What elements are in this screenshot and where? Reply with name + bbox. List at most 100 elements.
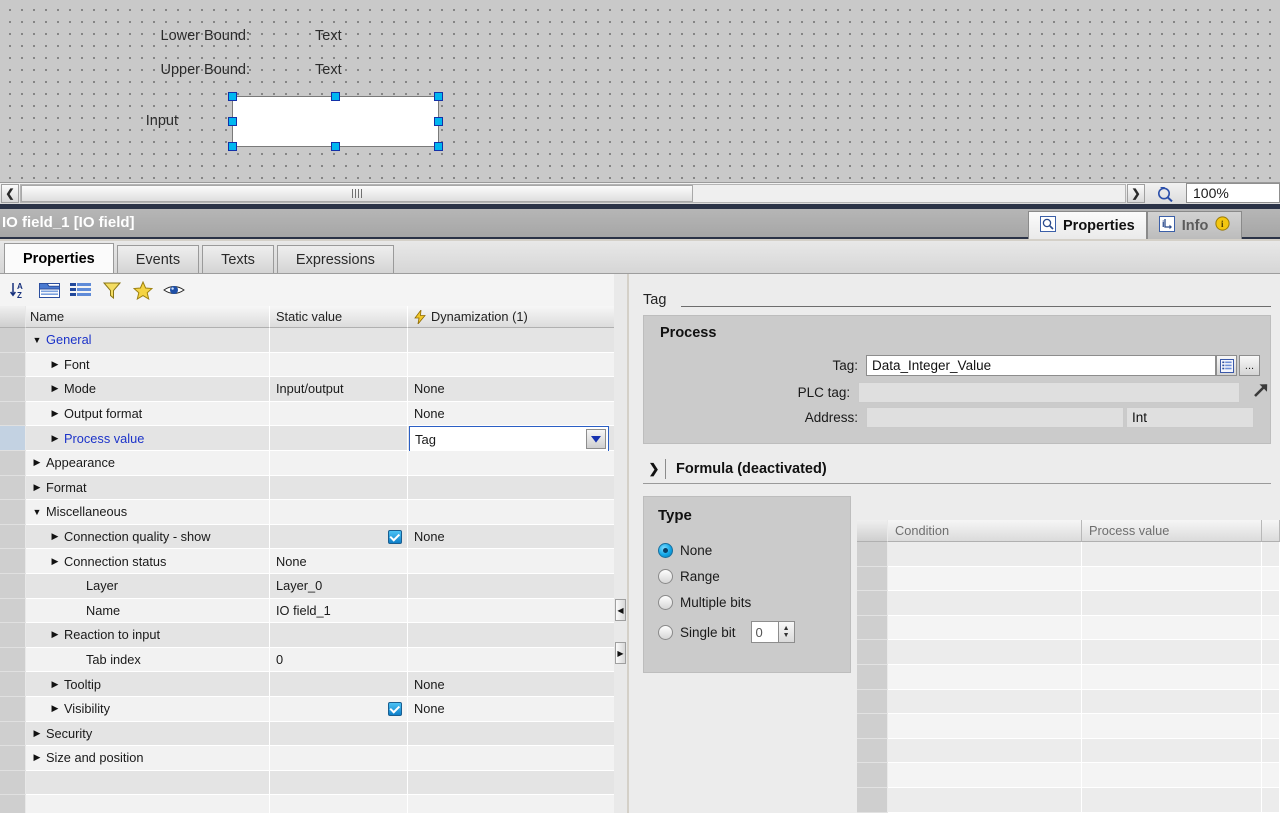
process-value-cell[interactable]: [1082, 690, 1262, 715]
spacer-cell[interactable]: [1262, 542, 1280, 567]
static-value-cell[interactable]: [270, 402, 408, 427]
property-name-cell[interactable]: ▶Format: [26, 476, 270, 501]
spacer-cell[interactable]: [1262, 788, 1280, 813]
dynamization-cell[interactable]: [408, 722, 614, 747]
table-row[interactable]: ▶TooltipNone: [0, 672, 614, 697]
radio-option-single-bit[interactable]: Single bit 0 ▲ ▼: [658, 621, 795, 643]
list-view-icon[interactable]: [70, 279, 92, 301]
radio-none-icon[interactable]: [658, 543, 673, 558]
table-row[interactable]: [857, 542, 1280, 567]
property-name-cell[interactable]: ▶Connection quality - show: [26, 525, 270, 550]
resize-handle-nw[interactable]: [228, 92, 237, 101]
property-name-cell[interactable]: Name: [26, 599, 270, 624]
single-bit-stepper[interactable]: 0 ▲ ▼: [751, 621, 795, 643]
process-value-cell[interactable]: [1082, 739, 1262, 764]
chevron-right-icon[interactable]: ▶: [30, 752, 44, 763]
resize-handle-ne[interactable]: [434, 92, 443, 101]
dynamization-cell[interactable]: [408, 623, 614, 648]
row-gutter[interactable]: [0, 500, 26, 525]
dynamization-cell[interactable]: [408, 795, 614, 813]
row-gutter[interactable]: [0, 648, 26, 673]
condition-cell[interactable]: [888, 567, 1082, 592]
table-row[interactable]: ▶Reaction to input: [0, 623, 614, 648]
row-gutter[interactable]: [857, 616, 888, 641]
static-value-cell[interactable]: 0: [270, 648, 408, 673]
row-gutter[interactable]: [857, 591, 888, 616]
row-gutter[interactable]: [857, 640, 888, 665]
row-gutter[interactable]: [0, 771, 26, 796]
tab-events[interactable]: Events: [117, 245, 199, 273]
column-header-name[interactable]: Name: [26, 306, 270, 328]
static-value-cell[interactable]: [270, 451, 408, 476]
property-name-cell[interactable]: ▶Font: [26, 353, 270, 378]
static-value-cell[interactable]: [270, 672, 408, 697]
property-table[interactable]: Name Static value Dynamization (1) ▼Gene…: [0, 306, 614, 813]
row-gutter[interactable]: [857, 542, 888, 567]
resize-handle-sw[interactable]: [228, 142, 237, 151]
checkbox-checked-icon[interactable]: [388, 702, 402, 716]
spacer-cell[interactable]: [1262, 665, 1280, 690]
row-gutter[interactable]: [0, 599, 26, 624]
radio-option-none[interactable]: None: [658, 543, 712, 558]
chevron-right-icon[interactable]: ▶: [48, 408, 62, 419]
io-field-object[interactable]: [232, 96, 439, 147]
row-gutter[interactable]: [0, 746, 26, 771]
filter-funnel-icon[interactable]: [101, 279, 123, 301]
radio-option-multiple-bits[interactable]: Multiple bits: [658, 595, 751, 610]
static-value-cell[interactable]: [270, 353, 408, 378]
spacer-cell[interactable]: [1262, 714, 1280, 739]
property-name-cell[interactable]: [26, 795, 270, 813]
dynamization-cell[interactable]: [408, 574, 614, 599]
expand-right-icon[interactable]: ▶: [615, 642, 626, 664]
dynamization-cell[interactable]: [408, 746, 614, 771]
condition-cell[interactable]: [888, 739, 1082, 764]
dynamization-cell[interactable]: [408, 500, 614, 525]
condition-cell[interactable]: [888, 788, 1082, 813]
table-row[interactable]: [857, 714, 1280, 739]
chevron-right-icon[interactable]: ▶: [48, 433, 62, 444]
dynamization-combobox[interactable]: Tag: [409, 426, 609, 452]
static-value-cell[interactable]: None: [270, 549, 408, 574]
table-row[interactable]: [857, 665, 1280, 690]
row-gutter[interactable]: [857, 788, 888, 813]
condition-grid[interactable]: Condition Process value: [857, 520, 1280, 813]
row-gutter[interactable]: [0, 795, 26, 813]
chevron-right-icon[interactable]: ❯: [643, 461, 665, 477]
zoom-fit-icon[interactable]: [1150, 183, 1178, 203]
condition-cell[interactable]: [888, 763, 1082, 788]
row-gutter[interactable]: [0, 525, 26, 550]
tab-properties[interactable]: Properties: [4, 243, 114, 273]
row-gutter[interactable]: [857, 567, 888, 592]
screen-editor-canvas[interactable]: Lower Bound: Text Upper Bound: Text Inpu…: [0, 0, 1280, 182]
static-value-cell[interactable]: [270, 746, 408, 771]
row-gutter[interactable]: [857, 714, 888, 739]
row-gutter[interactable]: [857, 665, 888, 690]
table-row[interactable]: [857, 640, 1280, 665]
table-row[interactable]: ▶Font: [0, 353, 614, 378]
process-value-cell[interactable]: [1082, 714, 1262, 739]
property-name-cell[interactable]: ▼Miscellaneous: [26, 500, 270, 525]
jump-arrow-icon[interactable]: [1250, 381, 1272, 404]
property-name-cell[interactable]: ▶Connection status: [26, 549, 270, 574]
tag-ellipsis-button[interactable]: ...: [1239, 355, 1260, 376]
single-bit-stepper-buttons[interactable]: ▲ ▼: [778, 621, 795, 643]
radio-range-icon[interactable]: [658, 569, 673, 584]
table-row[interactable]: ▶Output formatNone: [0, 402, 614, 427]
radio-multiple-bits-icon[interactable]: [658, 595, 673, 610]
property-name-cell[interactable]: ▶Reaction to input: [26, 623, 270, 648]
column-header-condition[interactable]: Condition: [888, 520, 1082, 542]
dynamization-cell[interactable]: [408, 353, 614, 378]
static-value-cell[interactable]: IO field_1: [270, 599, 408, 624]
chevron-down-icon[interactable]: [586, 429, 606, 449]
static-value-cell[interactable]: [270, 500, 408, 525]
static-value-cell[interactable]: [270, 476, 408, 501]
stepper-up-icon[interactable]: ▲: [783, 625, 790, 632]
property-name-cell[interactable]: Layer: [26, 574, 270, 599]
chevron-right-icon[interactable]: ▶: [48, 703, 62, 714]
row-gutter[interactable]: [0, 623, 26, 648]
column-header-process-value[interactable]: Process value: [1082, 520, 1262, 542]
dynamization-cell[interactable]: None: [408, 377, 614, 402]
table-row[interactable]: [857, 616, 1280, 641]
table-row[interactable]: ▶VisibilityNone: [0, 697, 614, 722]
static-value-cell[interactable]: [270, 525, 408, 550]
